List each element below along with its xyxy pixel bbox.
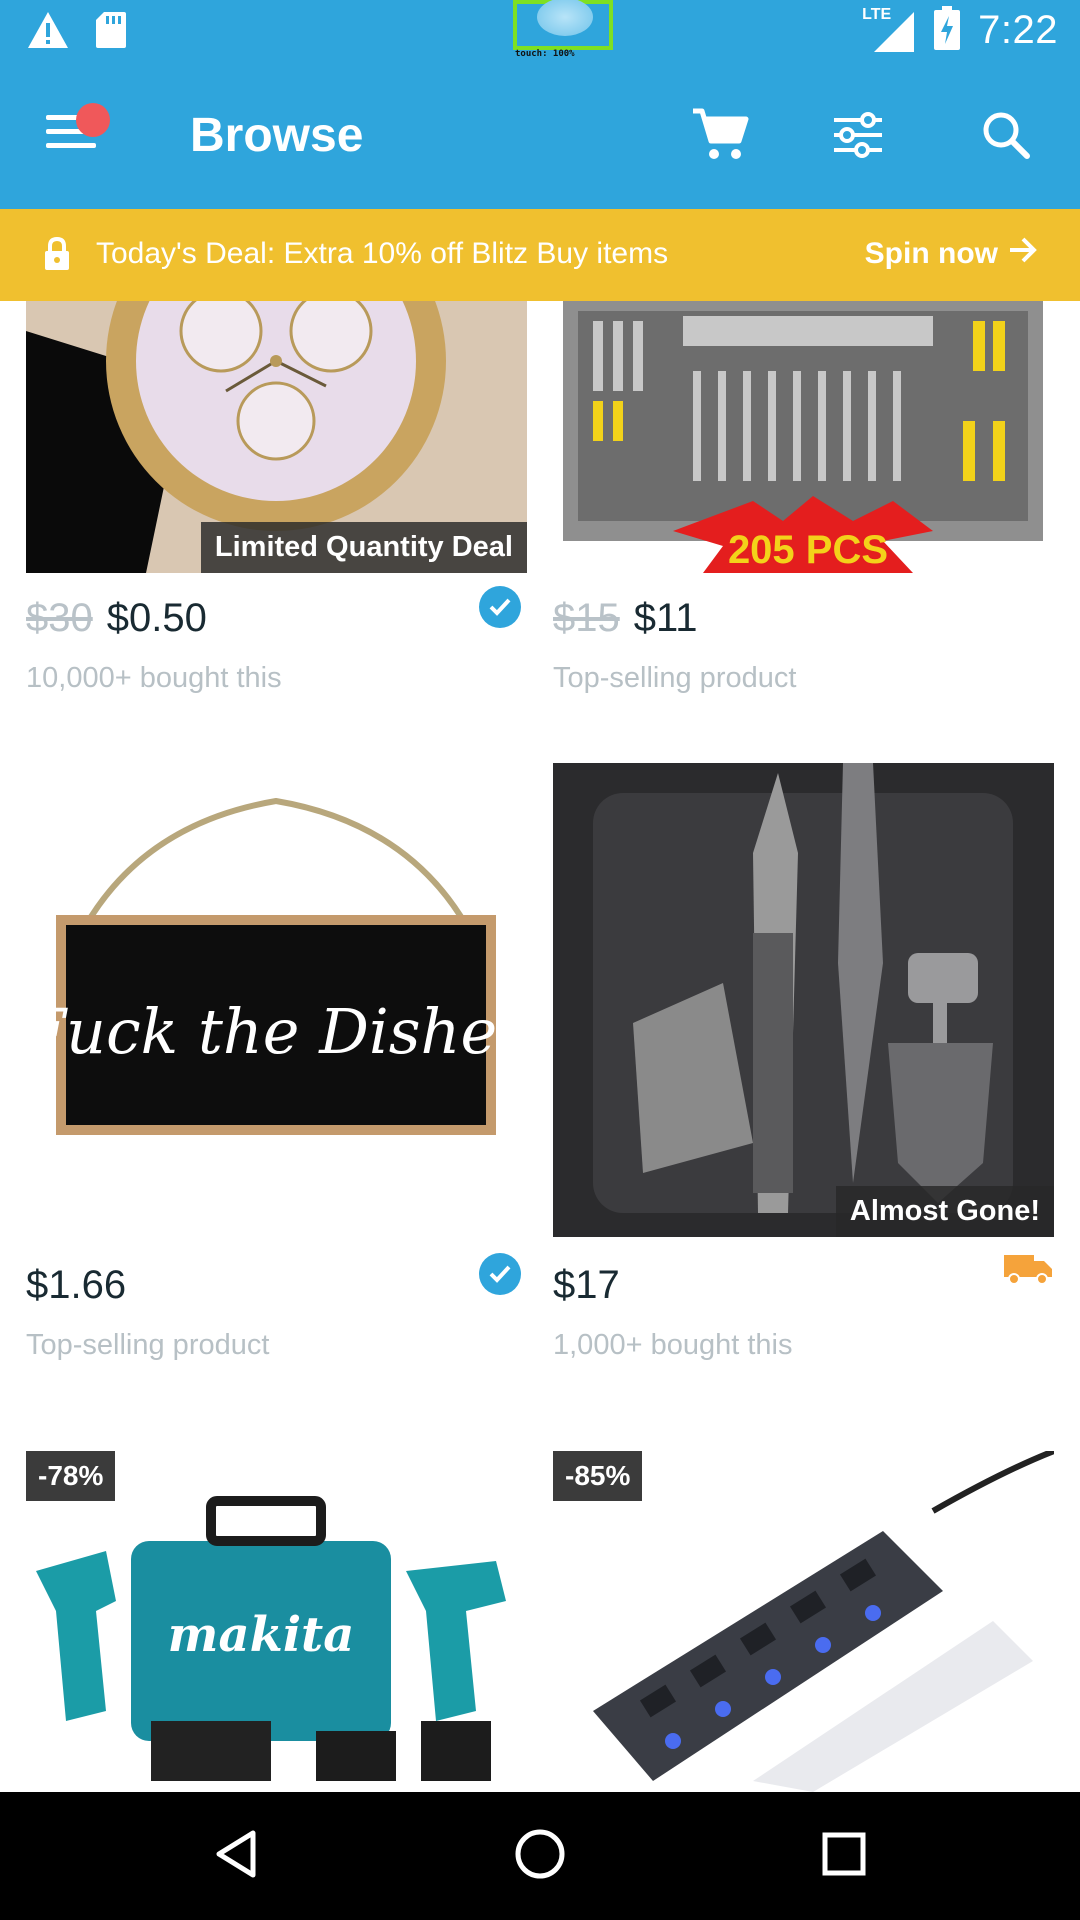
original-price: $30 [26, 596, 93, 640]
spin-now-button[interactable]: Spin now [865, 236, 1038, 272]
discount-badge: -78% [26, 1451, 116, 1501]
price-row: $15 $11 [553, 596, 1054, 646]
almost-gone-tag: Almost Gone! [835, 1186, 1054, 1237]
notification-dot [76, 103, 110, 137]
network-label: LTE [862, 5, 892, 23]
app-bar: Browse [0, 63, 1080, 209]
sold-count: Top-selling product [553, 662, 797, 694]
spin-now-label: Spin now [864, 237, 998, 270]
touch-indicator [513, 0, 613, 50]
warning-icon [26, 10, 70, 55]
home-icon [514, 1828, 566, 1885]
touch-point-icon [537, 0, 593, 36]
recents-icon [821, 1831, 867, 1882]
battery-charging-icon [934, 6, 961, 55]
search-icon [981, 110, 1031, 165]
arrow-right-icon [1008, 236, 1038, 272]
sold-count: Top-selling product [26, 1329, 270, 1361]
makita-image-text: makita [168, 1607, 355, 1663]
signal-icon: LTE [862, 6, 916, 54]
sold-count: 10,000+ bought this [26, 662, 282, 694]
cart-button[interactable] [682, 99, 758, 175]
page-title: Browse [190, 109, 364, 162]
price: $1.66 [26, 1263, 127, 1307]
price: $0.50 [106, 596, 207, 640]
discount-badge: -85% [553, 1451, 643, 1501]
status-bar: touch: 100% LTE 7:22 [0, 0, 1080, 63]
filter-icon [832, 111, 884, 163]
sold-count: 1,000+ bought this [553, 1329, 793, 1361]
search-button[interactable] [968, 99, 1044, 175]
back-button[interactable] [206, 1826, 266, 1886]
sd-card-icon [94, 10, 128, 55]
original-price: $15 [553, 596, 620, 640]
price: $17 [553, 1263, 620, 1307]
lock-icon [42, 236, 72, 276]
price-row: $1.66 [26, 1253, 527, 1313]
product-image[interactable]: Almost Gone! [553, 763, 1054, 1237]
limited-quantity-tag: Limited Quantity Deal [200, 522, 527, 573]
tool-set-image-text: 205 PCS [728, 528, 888, 572]
status-time: 7:22 [978, 8, 1058, 52]
filter-button[interactable] [820, 99, 896, 175]
price: $11 [633, 596, 698, 640]
product-image[interactable]: Fuck the Dishes [26, 763, 527, 1237]
product-image[interactable]: makita -78% [26, 1451, 527, 1792]
product-image[interactable]: 205 PCS [553, 301, 1054, 573]
sign-image-text: Fuck the Dishes [26, 995, 527, 1068]
home-button[interactable] [510, 1826, 570, 1886]
back-icon [213, 1829, 259, 1884]
product-image[interactable]: -85% [553, 1451, 1054, 1792]
menu-button[interactable] [46, 103, 110, 165]
product-feed[interactable]: Limited Quantity Deal $30 $0.50 10,000+ b… [0, 301, 1080, 1792]
product-image[interactable]: Limited Quantity Deal [26, 301, 527, 573]
system-nav-bar [0, 1792, 1080, 1920]
deal-banner[interactable]: Today's Deal: Extra 10% off Blitz Buy it… [0, 209, 1080, 301]
cart-icon [691, 107, 749, 168]
verified-icon [479, 1253, 521, 1295]
verified-icon [479, 586, 521, 628]
touch-label: touch: 100% [515, 49, 575, 59]
price-row: $30 $0.50 [26, 586, 527, 646]
truck-icon [1002, 1251, 1054, 1292]
deal-text: Today's Deal: Extra 10% off Blitz Buy it… [96, 237, 669, 270]
recents-button[interactable] [814, 1826, 874, 1886]
price-row: $17 [553, 1255, 1054, 1313]
